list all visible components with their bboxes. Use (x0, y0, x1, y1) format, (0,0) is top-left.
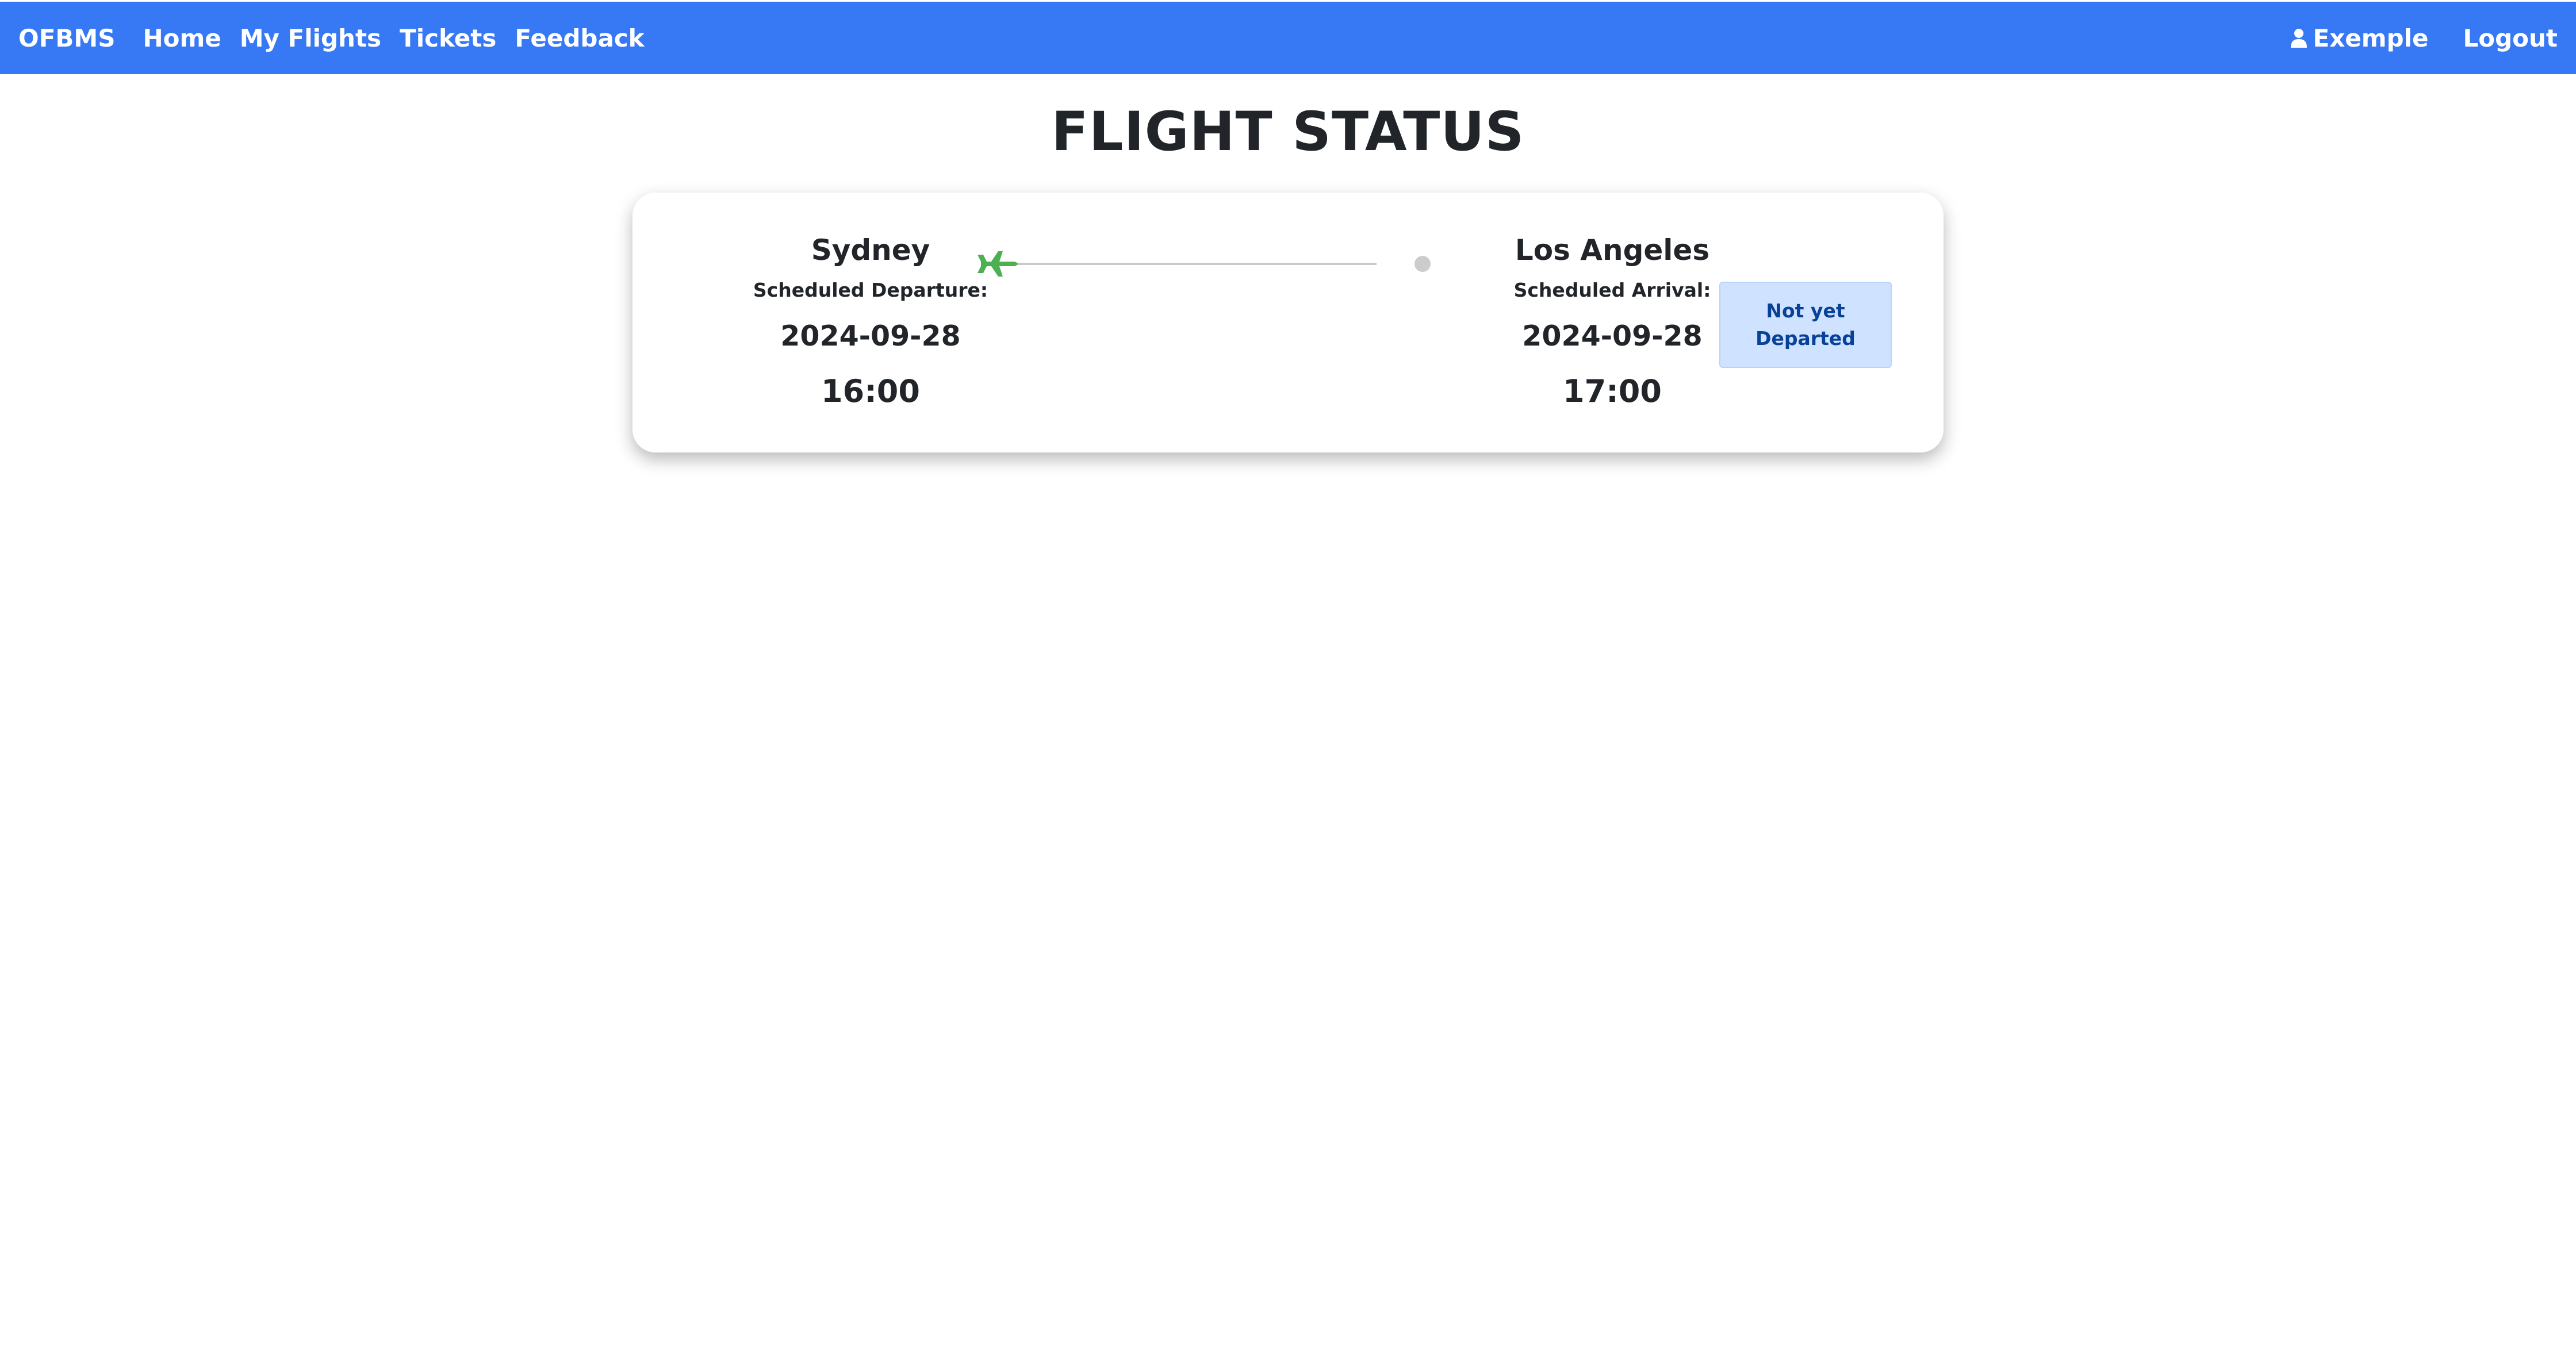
nav-tickets[interactable]: Tickets (400, 24, 496, 52)
departure-info: Sydney Scheduled Departure: 2024-09-28 1… (744, 227, 997, 418)
destination-dot (1414, 256, 1431, 272)
departure-label: Scheduled Departure: (753, 279, 988, 301)
departure-date: 2024-09-28 (780, 320, 961, 352)
departure-city: Sydney (811, 233, 930, 267)
arrival-label: Scheduled Arrival: (1513, 279, 1711, 301)
arrival-time: 17:00 (1563, 373, 1662, 409)
flight-route (977, 251, 1431, 277)
nav-user-name: Exemple (2313, 24, 2429, 52)
departure-time: 16:00 (821, 373, 920, 409)
nav-feedback[interactable]: Feedback (515, 24, 644, 52)
nav-my-flights[interactable]: My Flights (240, 24, 381, 52)
arrival-city: Los Angeles (1515, 233, 1710, 267)
status-badge: Not yet Departed (1719, 282, 1892, 368)
nav-home[interactable]: Home (143, 24, 221, 52)
arrival-info: Los Angeles Scheduled Arrival: 2024-09-2… (1486, 227, 1739, 418)
page-title: FLIGHT STATUS (1051, 101, 1525, 163)
airplane-icon (977, 251, 1018, 277)
arrival-date: 2024-09-28 (1522, 320, 1703, 352)
user-icon (2290, 29, 2307, 48)
brand-link[interactable]: OFBMS (18, 24, 115, 52)
nav-user-profile[interactable]: Exemple (2290, 24, 2429, 52)
flight-status-card: Sydney Scheduled Departure: 2024-09-28 1… (632, 193, 1943, 452)
nav-logout[interactable]: Logout (2463, 24, 2558, 52)
top-navbar: OFBMS Home My Flights Tickets Feedback E… (0, 2, 2576, 74)
